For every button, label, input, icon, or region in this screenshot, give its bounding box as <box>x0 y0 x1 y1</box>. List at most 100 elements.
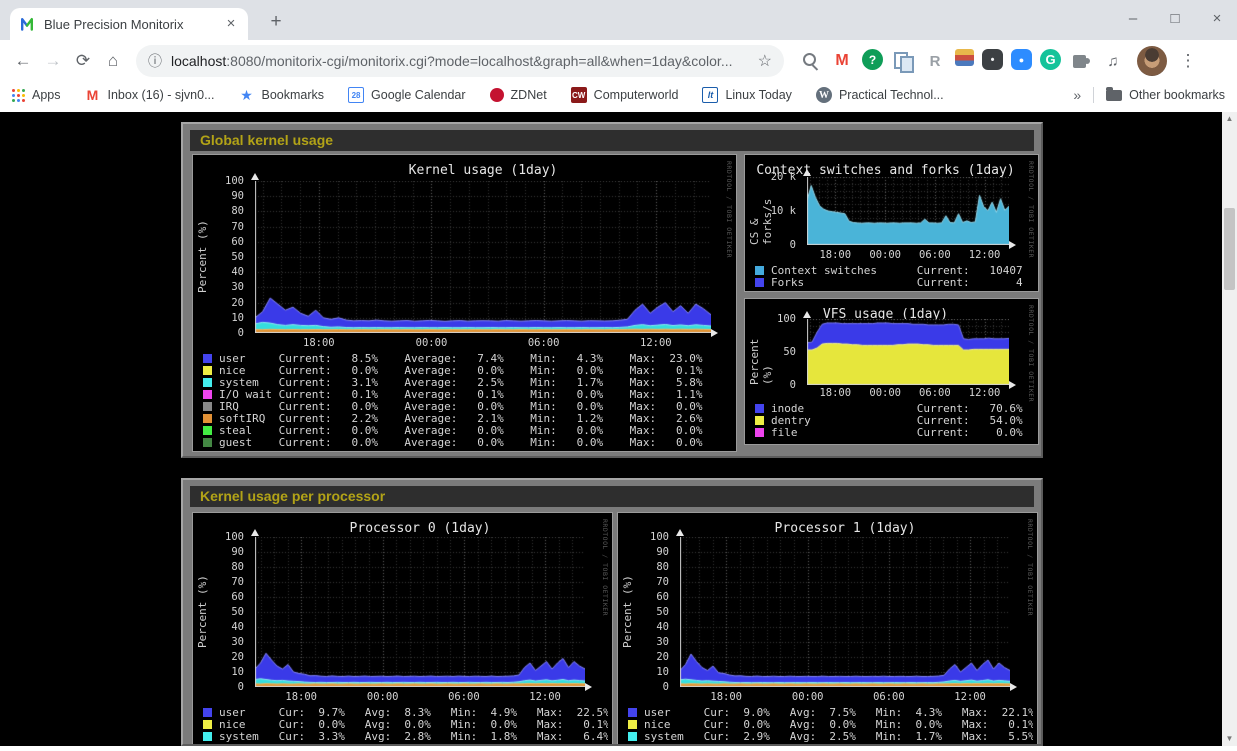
processor-0-chart <box>255 537 585 687</box>
apps-grid-icon <box>12 89 25 102</box>
other-bookmarks[interactable]: Other bookmarks <box>1106 88 1225 102</box>
puzzle-icon[interactable] <box>1069 49 1093 73</box>
axis-arrow-up-icon <box>803 311 811 318</box>
chart-legend: inode Current: 70.6%dentry Current: 54.0… <box>755 403 1034 439</box>
x-axis-ticks: 18:0000:0006:0012:00 <box>807 387 1009 400</box>
minimize-button[interactable]: – <box>1125 10 1141 27</box>
context-switches-graph-panel: Context switches and forks (1day) RRDTOO… <box>744 154 1039 292</box>
url-text[interactable]: localhost:8080/monitorix-cgi/monitorix.c… <box>171 53 758 69</box>
bookmark-item[interactable]: CW Computerworld <box>571 87 679 103</box>
tab-strip: Blue Precision Monitorix × + – □ × <box>0 0 1237 40</box>
chart-legend: user Cur: 9.0% Avg: 7.5% Min: 4.3% Max: … <box>628 707 1033 746</box>
gmail-icon: M <box>85 87 101 103</box>
playlist-icon[interactable]: ♫ <box>1101 49 1125 73</box>
apps-shortcut[interactable]: Apps <box>12 88 61 102</box>
linuxtoday-icon: lt <box>702 87 718 103</box>
legend-row: user Current: 8.5% Average: 7.4% Min: 4.… <box>203 353 732 365</box>
star-icon: ★ <box>239 87 255 103</box>
page-info-icon[interactable]: ⓘ <box>148 51 162 71</box>
bookmark-item[interactable]: ★ Bookmarks <box>239 87 325 103</box>
axis-arrow-right-icon <box>1010 683 1017 691</box>
kernel-usage-chart <box>255 181 711 333</box>
vfs-usage-graph-panel: VFS usage (1day) RRDTOOL / TOBI OETIKER … <box>744 298 1039 445</box>
legend-swatch <box>203 402 212 411</box>
section-global-kernel-usage: Global kernel usage Kernel usage (1day) … <box>181 122 1043 458</box>
legend-row: guest Current: 0.0% Average: 0.0% Min: 0… <box>203 437 732 449</box>
computerworld-icon: CW <box>571 87 587 103</box>
section-title: Kernel usage per processor <box>190 486 1034 507</box>
legend-swatch <box>203 414 212 423</box>
processor-0-graph-panel: Processor 0 (1day) RRDTOOL / TOBI OETIKE… <box>192 512 613 746</box>
bookmark-badge: lt <box>708 90 714 100</box>
apps-label: Apps <box>32 88 61 102</box>
page-scrollbar[interactable]: ▲ ▼ <box>1222 112 1237 746</box>
address-bar[interactable]: ⓘ localhost:8080/monitorix-cgi/monitorix… <box>136 45 784 77</box>
axis-arrow-up-icon <box>803 169 811 176</box>
bookmark-item[interactable]: M Inbox (16) - sjvn0... <box>85 87 215 103</box>
legend-row: user Cur: 9.0% Avg: 7.5% Min: 4.3% Max: … <box>628 707 1033 719</box>
y-axis-ticks: 100500 <box>745 319 801 385</box>
legend-row: nice Current: 0.0% Average: 0.0% Min: 0.… <box>203 365 732 377</box>
legend-row: nice Cur: 0.0% Avg: 0.0% Min: 0.0% Max: … <box>203 719 608 731</box>
scroll-up-icon[interactable]: ▲ <box>1222 112 1237 126</box>
legend-row: dentry Current: 54.0% <box>755 415 1034 427</box>
chart-legend: user Current: 8.5% Average: 7.4% Min: 4.… <box>203 353 732 449</box>
axis-arrow-right-icon <box>1009 241 1016 249</box>
tab-close-icon[interactable]: × <box>222 15 240 33</box>
bookmark-label: Computerworld <box>594 88 679 102</box>
legend-swatch <box>203 708 212 717</box>
grammarly-icon[interactable]: G <box>1040 49 1061 70</box>
camera-icon[interactable]: ● <box>1011 49 1032 70</box>
bookmark-label: Google Calendar <box>371 88 466 102</box>
scroll-down-icon[interactable]: ▼ <box>1222 732 1237 746</box>
legend-swatch <box>203 426 212 435</box>
y-axis-ticks: 20 k10 k0 <box>745 177 801 245</box>
bookmark-label: Practical Technol... <box>839 88 944 102</box>
legend-row: system Current: 3.1% Average: 2.5% Min: … <box>203 377 732 389</box>
search-icon[interactable] <box>798 49 822 73</box>
bookmark-item[interactable]: ZDNet <box>490 88 547 102</box>
maximize-button[interactable]: □ <box>1167 10 1183 27</box>
x-axis-ticks: 18:0000:0006:0012:00 <box>807 249 1009 262</box>
bookmark-item[interactable]: 28 Google Calendar <box>348 87 466 103</box>
zdnet-icon <box>490 88 504 102</box>
reload-button[interactable]: ⟳ <box>68 46 98 76</box>
rrdtool-credit: RRDTOOL / TOBI OETIKER <box>725 161 733 258</box>
legend-swatch <box>755 416 764 425</box>
rrdtool-credit: RRDTOOL / TOBI OETIKER <box>601 519 609 616</box>
axis-arrow-up-icon <box>676 529 684 536</box>
bookmark-label: Bookmarks <box>262 88 325 102</box>
browser-tab[interactable]: Blue Precision Monitorix × <box>10 8 248 40</box>
processor-1-graph-panel: Processor 1 (1day) RRDTOOL / TOBI OETIKE… <box>617 512 1038 746</box>
forward-button[interactable]: → <box>38 46 68 76</box>
gmail-icon[interactable]: M <box>830 49 854 73</box>
y-axis-ticks: 1009080706050403020100 <box>193 181 249 333</box>
voice-icon[interactable]: ? <box>862 49 883 70</box>
bookmark-item[interactable]: lt Linux Today <box>702 87 792 103</box>
section-title: Global kernel usage <box>190 130 1034 151</box>
wordpress-icon: W <box>816 87 832 103</box>
new-tab-button[interactable]: + <box>264 10 288 34</box>
bookmark-item[interactable]: W Practical Technol... <box>816 87 944 103</box>
legend-swatch <box>628 732 637 741</box>
browser-menu-icon[interactable]: ⋮ <box>1177 51 1199 71</box>
bookmark-star-icon[interactable]: ☆ <box>758 51 772 71</box>
books-icon[interactable] <box>955 49 974 66</box>
browser-toolbar: ← → ⟳ ⌂ ⓘ localhost:8080/monitorix-cgi/m… <box>0 40 1237 82</box>
x-axis-ticks: 18:0000:0006:0012:00 <box>255 691 585 704</box>
browser-window: Blue Precision Monitorix × + – □ × ← → ⟳… <box>0 0 1237 751</box>
url-path: :8080/monitorix-cgi/monitorix.cgi?mode=l… <box>226 53 732 69</box>
copy-icon[interactable] <box>891 49 915 73</box>
bookmark-badge: M <box>87 87 99 103</box>
profile-avatar[interactable] <box>1137 46 1167 76</box>
flashlight-icon[interactable]: • <box>982 49 1003 70</box>
back-button[interactable]: ← <box>8 46 38 76</box>
folder-icon <box>1106 90 1122 101</box>
bookmarks-overflow-icon[interactable]: » <box>1073 87 1081 103</box>
home-button[interactable]: ⌂ <box>98 46 128 76</box>
kernel-usage-graph-panel: Kernel usage (1day) RRDTOOL / TOBI OETIK… <box>192 154 737 452</box>
vfs-usage-chart <box>807 319 1009 385</box>
scrollbar-thumb[interactable] <box>1224 208 1235 290</box>
r-icon[interactable]: R <box>923 49 947 73</box>
close-button[interactable]: × <box>1209 10 1225 27</box>
